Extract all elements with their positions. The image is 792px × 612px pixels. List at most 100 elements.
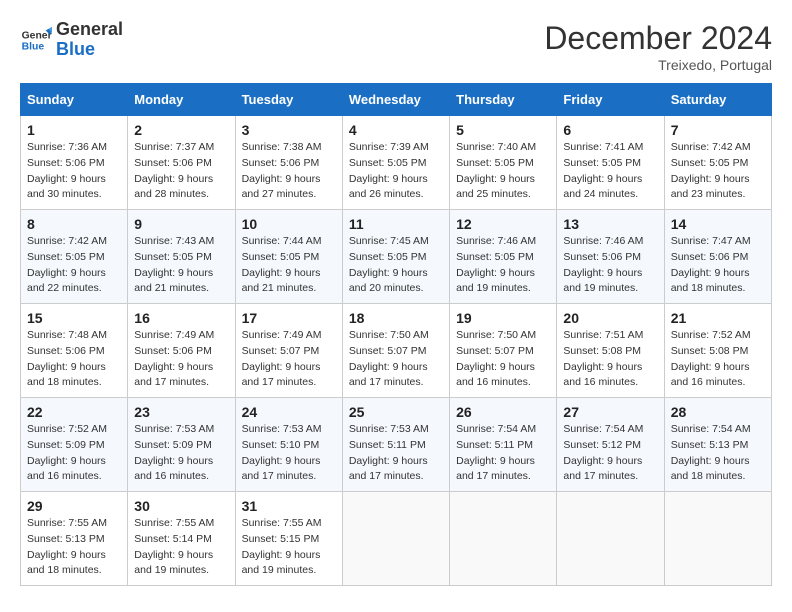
day-number: 31 — [242, 498, 336, 514]
day-number: 20 — [563, 310, 657, 326]
title-area: December 2024 Treixedo, Portugal — [544, 20, 772, 73]
calendar-cell: 17 Sunrise: 7:49 AMSunset: 5:07 PMDaylig… — [235, 304, 342, 398]
day-number: 27 — [563, 404, 657, 420]
calendar-cell: 4 Sunrise: 7:39 AMSunset: 5:05 PMDayligh… — [342, 116, 449, 210]
day-number: 28 — [671, 404, 765, 420]
day-number: 1 — [27, 122, 121, 138]
day-of-week-header: Wednesday — [342, 84, 449, 116]
svg-text:Blue: Blue — [22, 41, 45, 52]
calendar-cell: 23 Sunrise: 7:53 AMSunset: 5:09 PMDaylig… — [128, 398, 235, 492]
calendar-cell — [342, 492, 449, 586]
day-number: 2 — [134, 122, 228, 138]
day-detail: Sunrise: 7:47 AMSunset: 5:06 PMDaylight:… — [671, 235, 751, 294]
day-detail: Sunrise: 7:55 AMSunset: 5:15 PMDaylight:… — [242, 517, 322, 576]
calendar-cell: 27 Sunrise: 7:54 AMSunset: 5:12 PMDaylig… — [557, 398, 664, 492]
calendar-cell — [557, 492, 664, 586]
day-number: 7 — [671, 122, 765, 138]
day-detail: Sunrise: 7:40 AMSunset: 5:05 PMDaylight:… — [456, 141, 536, 200]
day-number: 24 — [242, 404, 336, 420]
day-number: 26 — [456, 404, 550, 420]
day-detail: Sunrise: 7:52 AMSunset: 5:08 PMDaylight:… — [671, 329, 751, 388]
day-number: 23 — [134, 404, 228, 420]
day-number: 13 — [563, 216, 657, 232]
day-number: 25 — [349, 404, 443, 420]
calendar-cell: 25 Sunrise: 7:53 AMSunset: 5:11 PMDaylig… — [342, 398, 449, 492]
day-number: 16 — [134, 310, 228, 326]
calendar-week-row: 22 Sunrise: 7:52 AMSunset: 5:09 PMDaylig… — [21, 398, 772, 492]
calendar-cell: 6 Sunrise: 7:41 AMSunset: 5:05 PMDayligh… — [557, 116, 664, 210]
day-of-week-header: Thursday — [450, 84, 557, 116]
day-number: 6 — [563, 122, 657, 138]
calendar-week-row: 1 Sunrise: 7:36 AMSunset: 5:06 PMDayligh… — [21, 116, 772, 210]
calendar-cell: 11 Sunrise: 7:45 AMSunset: 5:05 PMDaylig… — [342, 210, 449, 304]
day-number: 3 — [242, 122, 336, 138]
day-number: 5 — [456, 122, 550, 138]
calendar-cell: 9 Sunrise: 7:43 AMSunset: 5:05 PMDayligh… — [128, 210, 235, 304]
day-of-week-header: Sunday — [21, 84, 128, 116]
day-detail: Sunrise: 7:52 AMSunset: 5:09 PMDaylight:… — [27, 423, 107, 482]
calendar-cell — [450, 492, 557, 586]
calendar-cell: 28 Sunrise: 7:54 AMSunset: 5:13 PMDaylig… — [664, 398, 771, 492]
day-detail: Sunrise: 7:50 AMSunset: 5:07 PMDaylight:… — [456, 329, 536, 388]
calendar-cell: 2 Sunrise: 7:37 AMSunset: 5:06 PMDayligh… — [128, 116, 235, 210]
day-number: 17 — [242, 310, 336, 326]
day-detail: Sunrise: 7:39 AMSunset: 5:05 PMDaylight:… — [349, 141, 429, 200]
day-number: 10 — [242, 216, 336, 232]
calendar-cell: 12 Sunrise: 7:46 AMSunset: 5:05 PMDaylig… — [450, 210, 557, 304]
day-number: 8 — [27, 216, 121, 232]
day-number: 9 — [134, 216, 228, 232]
calendar-cell: 29 Sunrise: 7:55 AMSunset: 5:13 PMDaylig… — [21, 492, 128, 586]
calendar-cell: 31 Sunrise: 7:55 AMSunset: 5:15 PMDaylig… — [235, 492, 342, 586]
calendar-cell: 15 Sunrise: 7:48 AMSunset: 5:06 PMDaylig… — [21, 304, 128, 398]
day-number: 19 — [456, 310, 550, 326]
day-number: 29 — [27, 498, 121, 514]
day-detail: Sunrise: 7:53 AMSunset: 5:09 PMDaylight:… — [134, 423, 214, 482]
day-detail: Sunrise: 7:49 AMSunset: 5:07 PMDaylight:… — [242, 329, 322, 388]
day-detail: Sunrise: 7:53 AMSunset: 5:11 PMDaylight:… — [349, 423, 429, 482]
day-detail: Sunrise: 7:38 AMSunset: 5:06 PMDaylight:… — [242, 141, 322, 200]
calendar-cell: 10 Sunrise: 7:44 AMSunset: 5:05 PMDaylig… — [235, 210, 342, 304]
calendar-cell: 3 Sunrise: 7:38 AMSunset: 5:06 PMDayligh… — [235, 116, 342, 210]
day-detail: Sunrise: 7:36 AMSunset: 5:06 PMDaylight:… — [27, 141, 107, 200]
calendar-cell: 26 Sunrise: 7:54 AMSunset: 5:11 PMDaylig… — [450, 398, 557, 492]
day-number: 15 — [27, 310, 121, 326]
calendar-table: SundayMondayTuesdayWednesdayThursdayFrid… — [20, 83, 772, 586]
calendar-cell: 8 Sunrise: 7:42 AMSunset: 5:05 PMDayligh… — [21, 210, 128, 304]
calendar-week-row: 15 Sunrise: 7:48 AMSunset: 5:06 PMDaylig… — [21, 304, 772, 398]
day-detail: Sunrise: 7:46 AMSunset: 5:06 PMDaylight:… — [563, 235, 643, 294]
calendar-cell — [664, 492, 771, 586]
day-detail: Sunrise: 7:51 AMSunset: 5:08 PMDaylight:… — [563, 329, 643, 388]
calendar-cell: 14 Sunrise: 7:47 AMSunset: 5:06 PMDaylig… — [664, 210, 771, 304]
calendar-cell: 7 Sunrise: 7:42 AMSunset: 5:05 PMDayligh… — [664, 116, 771, 210]
logo-icon: General Blue — [20, 24, 52, 56]
day-number: 4 — [349, 122, 443, 138]
calendar-cell: 16 Sunrise: 7:49 AMSunset: 5:06 PMDaylig… — [128, 304, 235, 398]
day-of-week-header: Tuesday — [235, 84, 342, 116]
calendar-body: 1 Sunrise: 7:36 AMSunset: 5:06 PMDayligh… — [21, 116, 772, 586]
day-detail: Sunrise: 7:48 AMSunset: 5:06 PMDaylight:… — [27, 329, 107, 388]
calendar-header-row: SundayMondayTuesdayWednesdayThursdayFrid… — [21, 84, 772, 116]
calendar-cell: 24 Sunrise: 7:53 AMSunset: 5:10 PMDaylig… — [235, 398, 342, 492]
logo: General Blue GeneralBlue — [20, 20, 123, 60]
calendar-cell: 30 Sunrise: 7:55 AMSunset: 5:14 PMDaylig… — [128, 492, 235, 586]
day-of-week-header: Friday — [557, 84, 664, 116]
day-detail: Sunrise: 7:43 AMSunset: 5:05 PMDaylight:… — [134, 235, 214, 294]
day-detail: Sunrise: 7:42 AMSunset: 5:05 PMDaylight:… — [671, 141, 751, 200]
day-detail: Sunrise: 7:37 AMSunset: 5:06 PMDaylight:… — [134, 141, 214, 200]
calendar-cell: 21 Sunrise: 7:52 AMSunset: 5:08 PMDaylig… — [664, 304, 771, 398]
calendar-cell: 5 Sunrise: 7:40 AMSunset: 5:05 PMDayligh… — [450, 116, 557, 210]
day-detail: Sunrise: 7:54 AMSunset: 5:11 PMDaylight:… — [456, 423, 536, 482]
calendar-cell: 22 Sunrise: 7:52 AMSunset: 5:09 PMDaylig… — [21, 398, 128, 492]
day-detail: Sunrise: 7:55 AMSunset: 5:14 PMDaylight:… — [134, 517, 214, 576]
day-detail: Sunrise: 7:49 AMSunset: 5:06 PMDaylight:… — [134, 329, 214, 388]
day-detail: Sunrise: 7:45 AMSunset: 5:05 PMDaylight:… — [349, 235, 429, 294]
location-subtitle: Treixedo, Portugal — [544, 57, 772, 73]
calendar-week-row: 29 Sunrise: 7:55 AMSunset: 5:13 PMDaylig… — [21, 492, 772, 586]
calendar-week-row: 8 Sunrise: 7:42 AMSunset: 5:05 PMDayligh… — [21, 210, 772, 304]
day-of-week-header: Monday — [128, 84, 235, 116]
calendar-cell: 1 Sunrise: 7:36 AMSunset: 5:06 PMDayligh… — [21, 116, 128, 210]
page-header: General Blue GeneralBlue December 2024 T… — [20, 20, 772, 73]
day-number: 30 — [134, 498, 228, 514]
day-number: 14 — [671, 216, 765, 232]
day-number: 11 — [349, 216, 443, 232]
